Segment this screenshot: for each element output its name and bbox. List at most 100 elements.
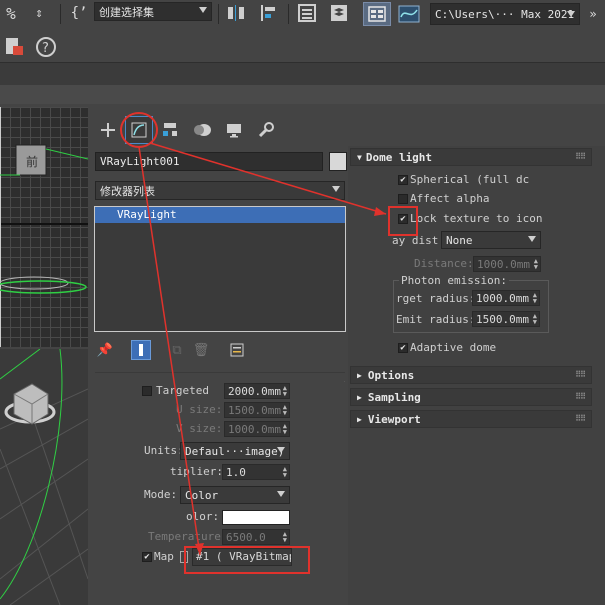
modifier-list-text: 修改器列表 bbox=[100, 184, 155, 198]
u-size-spinner[interactable]: 1500.0mm ▲ ▼ bbox=[224, 402, 290, 418]
grip-icon: ⠿⠿ bbox=[575, 392, 586, 401]
viewport-front-scene bbox=[0, 107, 88, 347]
remove-modifier-icon[interactable]: 🗑 bbox=[191, 340, 211, 360]
emit-radius-label: Emit radius: bbox=[396, 313, 476, 326]
affect-alpha-checkbox[interactable] bbox=[398, 194, 408, 204]
rollout-dome-light[interactable]: ▼ Dome light ⠿⠿ bbox=[350, 148, 592, 166]
tab-utilities[interactable] bbox=[252, 116, 280, 144]
spinner-snap-icon[interactable]: ⇕ bbox=[28, 2, 50, 24]
chevron-down-icon bbox=[277, 447, 285, 453]
mode-value: Color bbox=[185, 488, 219, 502]
u-size-value: 1500.0mm bbox=[228, 403, 281, 417]
adaptive-dome-label: Adaptive dome bbox=[410, 341, 497, 354]
emit-radius-value: 1500.0mm bbox=[476, 312, 529, 326]
curve-editor-icon[interactable] bbox=[396, 2, 422, 26]
temperature-spinner[interactable]: 6500.0 ▲ ▼ bbox=[222, 529, 290, 545]
help-icon[interactable]: ? bbox=[34, 35, 58, 59]
tab-create[interactable] bbox=[94, 116, 122, 144]
emit-radius-spinner[interactable]: 1500.0mm ▲ ▼ bbox=[472, 311, 540, 327]
v-size-value: 1000.0mm bbox=[228, 422, 281, 436]
lock-texture-label: Lock texture to icon bbox=[410, 212, 543, 225]
v-size-label: V size: bbox=[176, 422, 223, 435]
tab-hierarchy[interactable] bbox=[156, 116, 184, 144]
stack-buttons: 📌 ⧉ 🗑 bbox=[95, 340, 255, 362]
mode-dropdown[interactable]: Color bbox=[180, 486, 290, 504]
project-path-text: C:\Users\··· Max 2021 bbox=[435, 7, 575, 21]
hierarchy-icon bbox=[163, 123, 177, 136]
chevron-down-icon bbox=[277, 491, 285, 497]
mirror-icon[interactable] bbox=[224, 2, 248, 24]
units-dropdown[interactable]: Defaul···image) bbox=[180, 442, 290, 460]
wrench-icon bbox=[258, 122, 274, 138]
modifier-stack[interactable]: VRayLight bbox=[94, 206, 346, 332]
modifier-list-dropdown[interactable]: 修改器列表 bbox=[95, 181, 345, 200]
rollout-sampling[interactable]: ▶ Sampling ⠿⠿ bbox=[350, 388, 592, 406]
show-end-result-icon[interactable] bbox=[131, 340, 151, 360]
photon-emission-label: Photon emission: bbox=[399, 274, 509, 287]
units-value: Defaul···image) bbox=[185, 444, 285, 458]
target-radius-label: rget radius: bbox=[396, 292, 476, 305]
expand-arrow-icon: ▶ bbox=[357, 370, 362, 380]
ray-dist-dropdown[interactable]: None bbox=[441, 231, 541, 249]
adaptive-dome-checkbox[interactable]: ✔ bbox=[398, 343, 408, 353]
distance-value: 1000.0mm bbox=[477, 257, 530, 271]
rollout-sampling-title: Sampling bbox=[367, 390, 421, 404]
chevron-down-icon bbox=[567, 11, 575, 17]
main-toolbar: % ⇕ {ʼ 创建选择集 C:\Users\··· Max 2021 » ? bbox=[0, 0, 605, 62]
tab-display[interactable] bbox=[220, 116, 248, 144]
distance-spinner[interactable]: 1000.0mm ▲ ▼ bbox=[473, 256, 541, 272]
temperature-value: 6500.0 bbox=[226, 530, 266, 544]
plus-icon bbox=[101, 123, 115, 137]
object-color-swatch[interactable] bbox=[329, 152, 347, 171]
viewport-perspective-scene bbox=[0, 349, 88, 605]
map-label: Map bbox=[154, 550, 174, 563]
expand-arrow-icon: ▶ bbox=[357, 414, 362, 424]
target-radius-spinner[interactable]: 1000.0mm ▲ ▼ bbox=[472, 290, 540, 306]
collapse-arrow-icon: ▼ bbox=[357, 152, 362, 162]
target-distance-value: 2000.0mm bbox=[228, 384, 281, 398]
multiplier-spinner[interactable]: 1.0 ▲ ▼ bbox=[222, 464, 290, 480]
multiplier-value: 1.0 bbox=[226, 465, 246, 479]
scene-explorer-icon[interactable] bbox=[294, 2, 320, 24]
tab-motion[interactable] bbox=[188, 116, 216, 144]
make-unique-icon[interactable]: ⧉ bbox=[167, 340, 187, 360]
ribbon-icon[interactable] bbox=[363, 2, 391, 26]
motion-icon bbox=[194, 124, 211, 136]
object-name-field[interactable]: VRayLight001 bbox=[95, 152, 323, 171]
v-size-spinner[interactable]: 1000.0mm ▲ ▼ bbox=[224, 421, 290, 437]
more-chevron-icon[interactable]: » bbox=[584, 4, 602, 24]
color-label: olor: bbox=[186, 510, 220, 523]
align-icon[interactable] bbox=[256, 2, 282, 24]
mode-label: Mode: bbox=[144, 488, 178, 501]
targeted-checkbox[interactable] bbox=[142, 386, 152, 396]
annotation-map-box bbox=[184, 546, 310, 574]
affect-alpha-label: Affect alpha bbox=[410, 192, 490, 205]
pin-stack-icon[interactable]: 📌 bbox=[95, 340, 115, 360]
u-size-label: U size: bbox=[176, 403, 223, 416]
chevron-down-icon bbox=[199, 7, 207, 13]
target-radius-value: 1000.0mm bbox=[476, 291, 529, 305]
project-icon[interactable] bbox=[2, 35, 26, 59]
light-color-swatch[interactable] bbox=[222, 510, 290, 525]
tab-modify[interactable] bbox=[125, 116, 153, 144]
project-path-dropdown[interactable]: C:\Users\··· Max 2021 bbox=[430, 3, 580, 25]
layer-explorer-icon[interactable] bbox=[326, 2, 352, 24]
grip-icon: ⠿⠿ bbox=[575, 370, 586, 379]
modify-curve-icon bbox=[131, 122, 147, 138]
spherical-checkbox[interactable]: ✔ bbox=[398, 175, 408, 185]
annotation-lock-texture-box bbox=[388, 206, 418, 236]
target-distance-spinner[interactable]: 2000.0mm ▲ ▼ bbox=[224, 383, 290, 399]
percent-snap-icon[interactable]: % bbox=[0, 2, 22, 24]
targeted-label: Targeted bbox=[156, 384, 209, 397]
configure-modifier-sets-icon[interactable] bbox=[227, 340, 247, 360]
stack-item-vraylight[interactable]: VRayLight bbox=[95, 207, 345, 223]
rollout-options[interactable]: ▶ Options ⠿⠿ bbox=[350, 366, 592, 384]
named-selection-icon[interactable]: {ʼ bbox=[66, 2, 92, 24]
map-checkbox[interactable]: ✔ bbox=[142, 552, 152, 562]
temperature-label: Temperature: bbox=[148, 530, 228, 543]
expand-arrow-icon: ▶ bbox=[357, 392, 362, 402]
viewport-perspective[interactable] bbox=[0, 349, 88, 605]
selection-set-dropdown[interactable]: 创建选择集 bbox=[94, 2, 212, 21]
rollout-viewport[interactable]: ▶ Viewport ⠿⠿ bbox=[350, 410, 592, 428]
viewport-front[interactable]: 前 bbox=[0, 107, 88, 347]
